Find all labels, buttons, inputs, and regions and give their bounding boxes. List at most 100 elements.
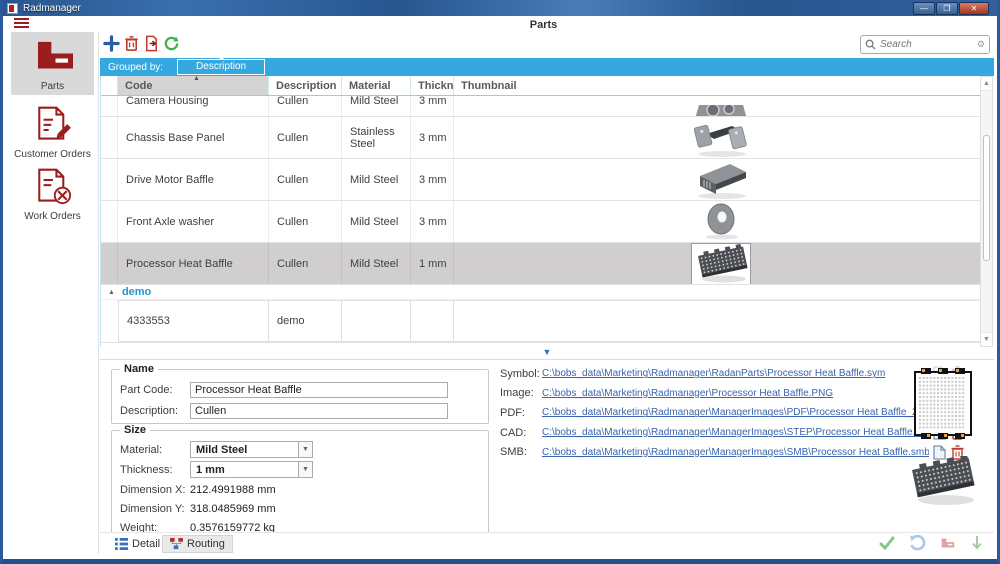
camera-housing-thumbnail bbox=[692, 96, 750, 116]
table-row[interactable]: Drive Motor BaffleCullenMild Steel3 mm bbox=[101, 159, 987, 201]
column-header-thickness[interactable]: Thickness bbox=[411, 76, 454, 95]
processor-heat-baffle-thumbnail bbox=[692, 244, 750, 284]
part-code-label: Part Code: bbox=[120, 384, 190, 396]
undo-icon[interactable] bbox=[908, 534, 926, 552]
sort-ascending-icon: ▲ bbox=[218, 54, 225, 61]
chassis-base-panel-thumbnail bbox=[692, 118, 750, 158]
file-path-link[interactable]: C:\bobs_data\Marketing\Radmanager\Manage… bbox=[542, 427, 929, 438]
symbol-drawing-preview[interactable] bbox=[914, 366, 972, 442]
customer-orders-icon bbox=[34, 106, 72, 142]
thickness-label: Thickness: bbox=[120, 464, 190, 476]
list-icon bbox=[115, 538, 128, 550]
code-cell: Chassis Base Panel bbox=[118, 117, 269, 158]
description-input[interactable] bbox=[190, 403, 448, 419]
code-cell: Drive Motor Baffle bbox=[118, 159, 269, 200]
sidebar-item-label: Work Orders bbox=[11, 211, 94, 222]
table-row[interactable]: Chassis Base PanelCullenStainless Steel3… bbox=[101, 117, 987, 159]
vertical-scrollbar[interactable]: ▲ ▼ bbox=[980, 76, 993, 347]
column-header-material[interactable]: Material bbox=[342, 76, 411, 95]
part-icon bbox=[28, 38, 78, 74]
save-part-icon[interactable] bbox=[938, 534, 956, 552]
menu-icon[interactable] bbox=[14, 18, 29, 30]
app-window: Radmanager — ❐ ✕ Parts Parts bbox=[0, 0, 1000, 564]
header-strip: Parts bbox=[6, 16, 994, 32]
file-path-link[interactable]: C:\bobs_data\Marketing\Radmanager\Manage… bbox=[542, 407, 929, 418]
table-body: Camera HousingCullenMild Steel3 mm Chass… bbox=[101, 96, 987, 343]
tab-routing[interactable]: Routing bbox=[162, 535, 233, 553]
thumbnail-cell bbox=[454, 201, 987, 242]
file-path-link[interactable]: C:\bobs_data\Marketing\Radmanager\Proces… bbox=[542, 388, 929, 399]
row-indicator-cell bbox=[101, 117, 118, 158]
material-cell: Stainless Steel bbox=[342, 117, 411, 158]
material-cell bbox=[342, 300, 411, 342]
file-row-symbol: Symbol:C:\bobs_data\Marketing\Radmanager… bbox=[500, 364, 965, 384]
name-group: Name Part Code: Description: bbox=[111, 369, 489, 424]
minimize-button[interactable]: — bbox=[913, 2, 935, 15]
toolbar: ⚙ bbox=[100, 32, 994, 58]
code-cell: Processor Heat Baffle bbox=[118, 243, 269, 284]
scroll-down-icon[interactable]: ▼ bbox=[981, 332, 992, 346]
scrollbar-thumb[interactable] bbox=[983, 135, 990, 261]
file-row-pdf: PDF:C:\bobs_data\Marketing\Radmanager\Ma… bbox=[500, 403, 965, 423]
file-row-image: Image:C:\bobs_data\Marketing\Radmanager\… bbox=[500, 384, 965, 404]
table-row[interactable]: Processor Heat BaffleCullenMild Steel1 m… bbox=[101, 243, 987, 285]
group-header-demo[interactable]: ▲ demo bbox=[101, 285, 987, 300]
tab-detail[interactable]: Detail bbox=[108, 535, 167, 553]
table-row[interactable]: Camera HousingCullenMild Steel3 mm bbox=[101, 96, 987, 117]
collapse-group-icon[interactable]: ▲ bbox=[108, 289, 115, 296]
search-input[interactable] bbox=[880, 39, 977, 50]
part-code-input[interactable] bbox=[190, 382, 448, 398]
routing-icon bbox=[170, 538, 183, 550]
row-indicator-cell bbox=[101, 243, 118, 284]
size-group: Size Material: Mild Steel ▼ Thickness: 1… bbox=[111, 430, 489, 538]
front-axle-washer-thumbnail bbox=[692, 202, 750, 242]
row-indicator-cell bbox=[101, 300, 118, 342]
grouped-by-label: Grouped by: bbox=[108, 62, 163, 73]
export-icon[interactable] bbox=[143, 35, 160, 52]
column-header-code[interactable]: Code▲ bbox=[118, 76, 269, 95]
name-group-legend: Name bbox=[120, 363, 158, 375]
scroll-up-icon[interactable]: ▲ bbox=[981, 77, 992, 91]
column-header-indicator[interactable] bbox=[101, 76, 118, 95]
material-dropdown[interactable]: Mild Steel ▼ bbox=[190, 441, 313, 458]
confirm-icon[interactable] bbox=[878, 534, 896, 552]
material-cell: Mild Steel bbox=[342, 96, 411, 116]
row-indicator-cell bbox=[101, 201, 118, 242]
maximize-button[interactable]: ❐ bbox=[936, 2, 958, 15]
sidebar-item-work-orders[interactable]: Work Orders bbox=[11, 162, 94, 224]
close-button[interactable]: ✕ bbox=[959, 2, 989, 15]
sidebar-item-parts[interactable]: Parts bbox=[11, 32, 94, 95]
thumbnail-cell bbox=[454, 159, 987, 200]
file-path-link[interactable]: C:\bobs_data\Marketing\Radmanager\RadanP… bbox=[542, 368, 929, 379]
panel-splitter-handle[interactable]: ▼ bbox=[100, 347, 994, 359]
table-row[interactable]: 4333553demo bbox=[101, 300, 987, 343]
file-row-smb: SMB:C:\bobs_data\Marketing\Radmanager\Ma… bbox=[500, 442, 965, 462]
dimension-y-label: Dimension Y: bbox=[120, 503, 190, 515]
column-header-thumbnail[interactable]: Thumbnail bbox=[454, 76, 987, 95]
part-3d-preview[interactable] bbox=[906, 456, 980, 508]
thickness-cell: 3 mm bbox=[411, 159, 454, 200]
file-path-link[interactable]: C:\bobs_data\Marketing\Radmanager\Manage… bbox=[542, 447, 929, 458]
titlebar: Radmanager — ❐ ✕ bbox=[3, 0, 997, 16]
description-cell: Cullen bbox=[269, 117, 342, 158]
description-cell: demo bbox=[269, 300, 342, 342]
code-cell: 4333553 bbox=[118, 300, 269, 342]
column-header-description[interactable]: Description bbox=[269, 76, 342, 95]
group-description-button[interactable]: ▲ Description bbox=[177, 59, 265, 75]
description-label: Description: bbox=[120, 405, 190, 417]
main-area: ⚙ Grouped by: ▲ Description Code▲Descrip… bbox=[100, 32, 994, 554]
thickness-dropdown[interactable]: 1 mm ▼ bbox=[190, 461, 313, 478]
table-row[interactable]: Front Axle washerCullenMild Steel3 mm bbox=[101, 201, 987, 243]
material-cell: Mild Steel bbox=[342, 159, 411, 200]
add-icon[interactable] bbox=[103, 35, 120, 52]
file-row-cad: CAD:C:\bobs_data\Marketing\Radmanager\Ma… bbox=[500, 423, 965, 443]
description-cell: Cullen bbox=[269, 243, 342, 284]
download-icon[interactable] bbox=[968, 534, 986, 552]
delete-icon[interactable] bbox=[123, 35, 140, 52]
thumbnail-cell bbox=[454, 117, 987, 158]
sidebar-item-customer-orders[interactable]: Customer Orders bbox=[11, 100, 94, 162]
dimension-y-value: 318.0485969 mm bbox=[190, 503, 276, 515]
search-options-gear-icon[interactable]: ⚙ bbox=[977, 39, 985, 50]
description-cell: Cullen bbox=[269, 96, 342, 116]
refresh-icon[interactable] bbox=[163, 35, 180, 52]
